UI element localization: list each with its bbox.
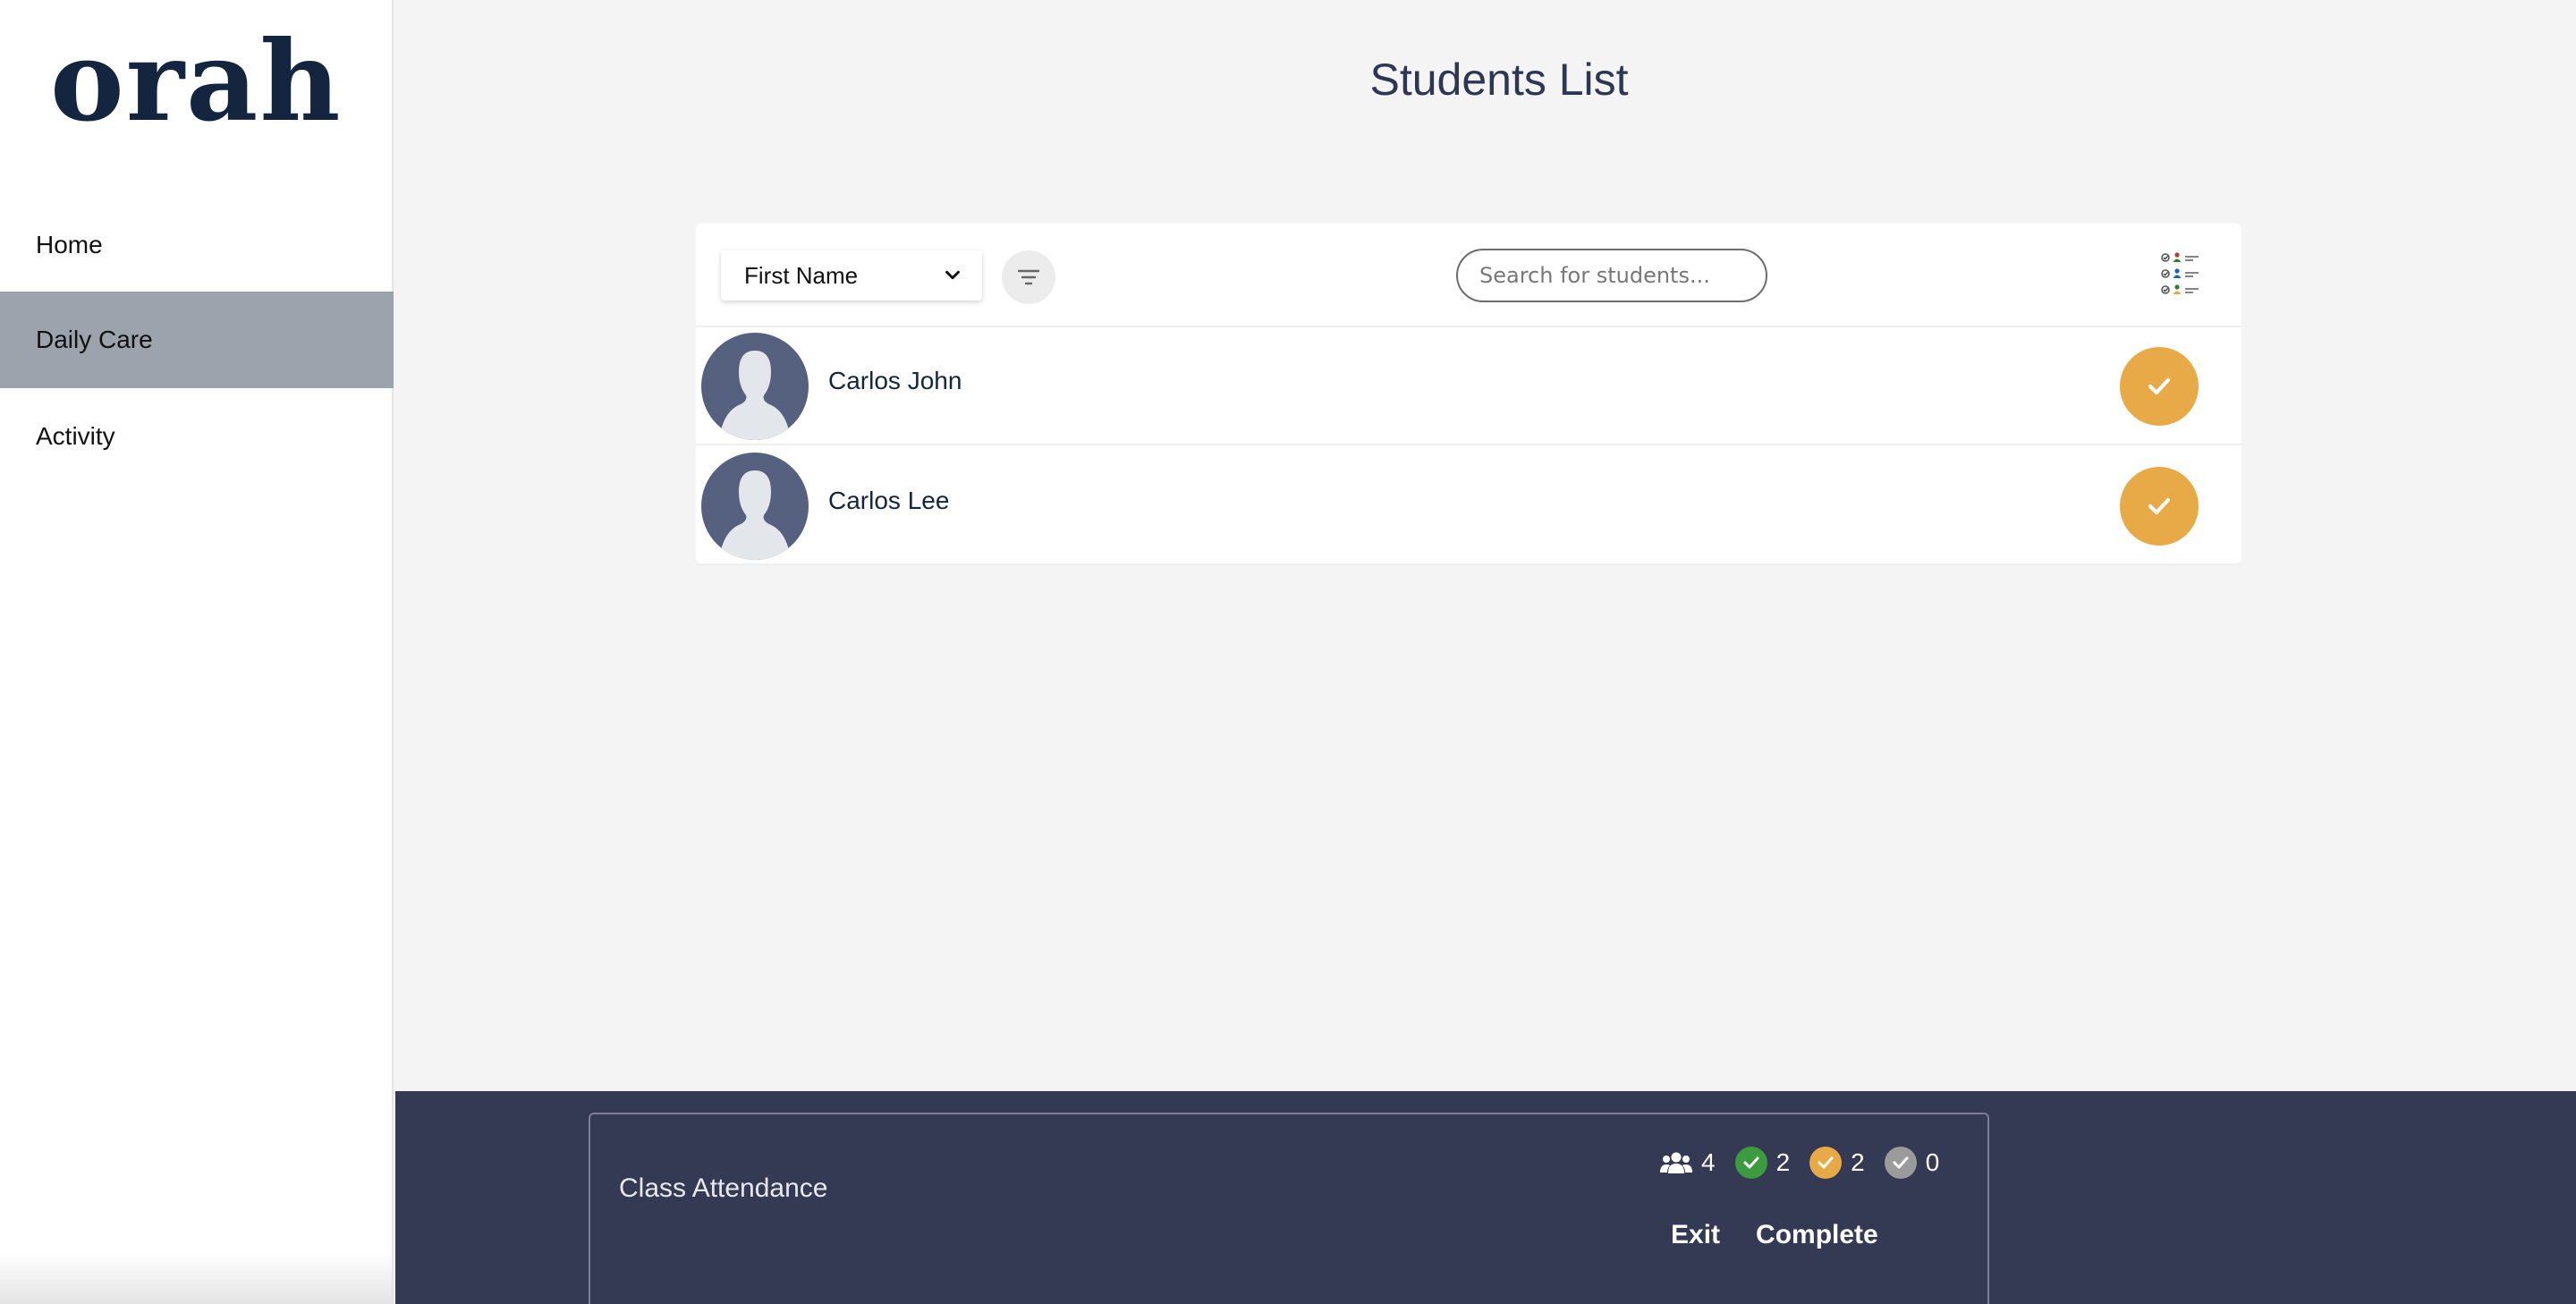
absent-count: 0 bbox=[1925, 1148, 1940, 1176]
attendance-footer: Class Attendance 4 2 2 0 Exit Complete bbox=[395, 1091, 2576, 1304]
sidebar-item-label: Daily Care bbox=[36, 326, 153, 353]
page-title: Students List bbox=[1369, 55, 1629, 105]
sort-order-button[interactable] bbox=[1002, 250, 1055, 304]
class-attendance-title: Class Attendance bbox=[619, 1173, 828, 1203]
sidebar-item-home[interactable]: Home bbox=[0, 197, 394, 293]
users-icon bbox=[1660, 1152, 1692, 1173]
student-row: Carlos Lee bbox=[696, 447, 2241, 565]
students-card: First Name Search for students... Carlos… bbox=[696, 224, 2241, 565]
present-count: 2 bbox=[1775, 1148, 1791, 1176]
complete-button[interactable]: Complete bbox=[1756, 1220, 1878, 1250]
absent-check-icon bbox=[1884, 1147, 1917, 1179]
chevron-down-icon bbox=[945, 270, 960, 280]
students-toolbar: First Name bbox=[696, 224, 2241, 327]
attendance-stats: 4 2 2 0 bbox=[1660, 1145, 1950, 1181]
class-attendance-panel: Class Attendance 4 2 2 0 Exit Complete bbox=[589, 1113, 1989, 1304]
student-row: Carlos John bbox=[696, 327, 2241, 445]
sidebar-item-label: Home bbox=[36, 231, 103, 258]
sidebar-item-activity[interactable]: Activity bbox=[0, 388, 394, 485]
student-name: Carlos John bbox=[828, 367, 962, 394]
attendance-state-button[interactable] bbox=[2120, 467, 2199, 546]
orah-logo[interactable]: orah bbox=[50, 27, 343, 138]
roll-checklist-icon[interactable] bbox=[2159, 247, 2204, 301]
student-search-input[interactable] bbox=[1456, 249, 1767, 302]
exit-button[interactable]: Exit bbox=[1671, 1220, 1720, 1250]
attendance-actions: Exit Complete bbox=[1671, 1220, 1878, 1250]
attendance-state-button[interactable] bbox=[2120, 347, 2199, 426]
sidebar-item-daily-care[interactable]: Daily Care bbox=[0, 292, 394, 388]
student-avatar bbox=[701, 333, 809, 440]
sidebar-bottom-shade bbox=[0, 1252, 394, 1304]
student-avatar bbox=[701, 453, 809, 560]
total-count: 4 bbox=[1701, 1148, 1716, 1176]
student-name: Carlos Lee bbox=[828, 487, 950, 514]
person-placeholder-icon bbox=[701, 333, 809, 440]
sidebar-item-label: Activity bbox=[36, 422, 115, 450]
sort-lines-icon bbox=[1017, 269, 1040, 285]
late-count: 2 bbox=[1851, 1148, 1865, 1176]
sort-field-value: First Name bbox=[744, 261, 859, 289]
person-placeholder-icon bbox=[701, 453, 809, 560]
sort-field-select[interactable]: First Name bbox=[721, 250, 982, 301]
late-check-icon bbox=[1809, 1147, 1843, 1179]
check-icon bbox=[2148, 497, 2171, 515]
check-icon bbox=[2148, 377, 2171, 395]
sidebar: orah Home Daily Care Activity bbox=[0, 0, 394, 1304]
present-check-icon bbox=[1734, 1147, 1767, 1179]
